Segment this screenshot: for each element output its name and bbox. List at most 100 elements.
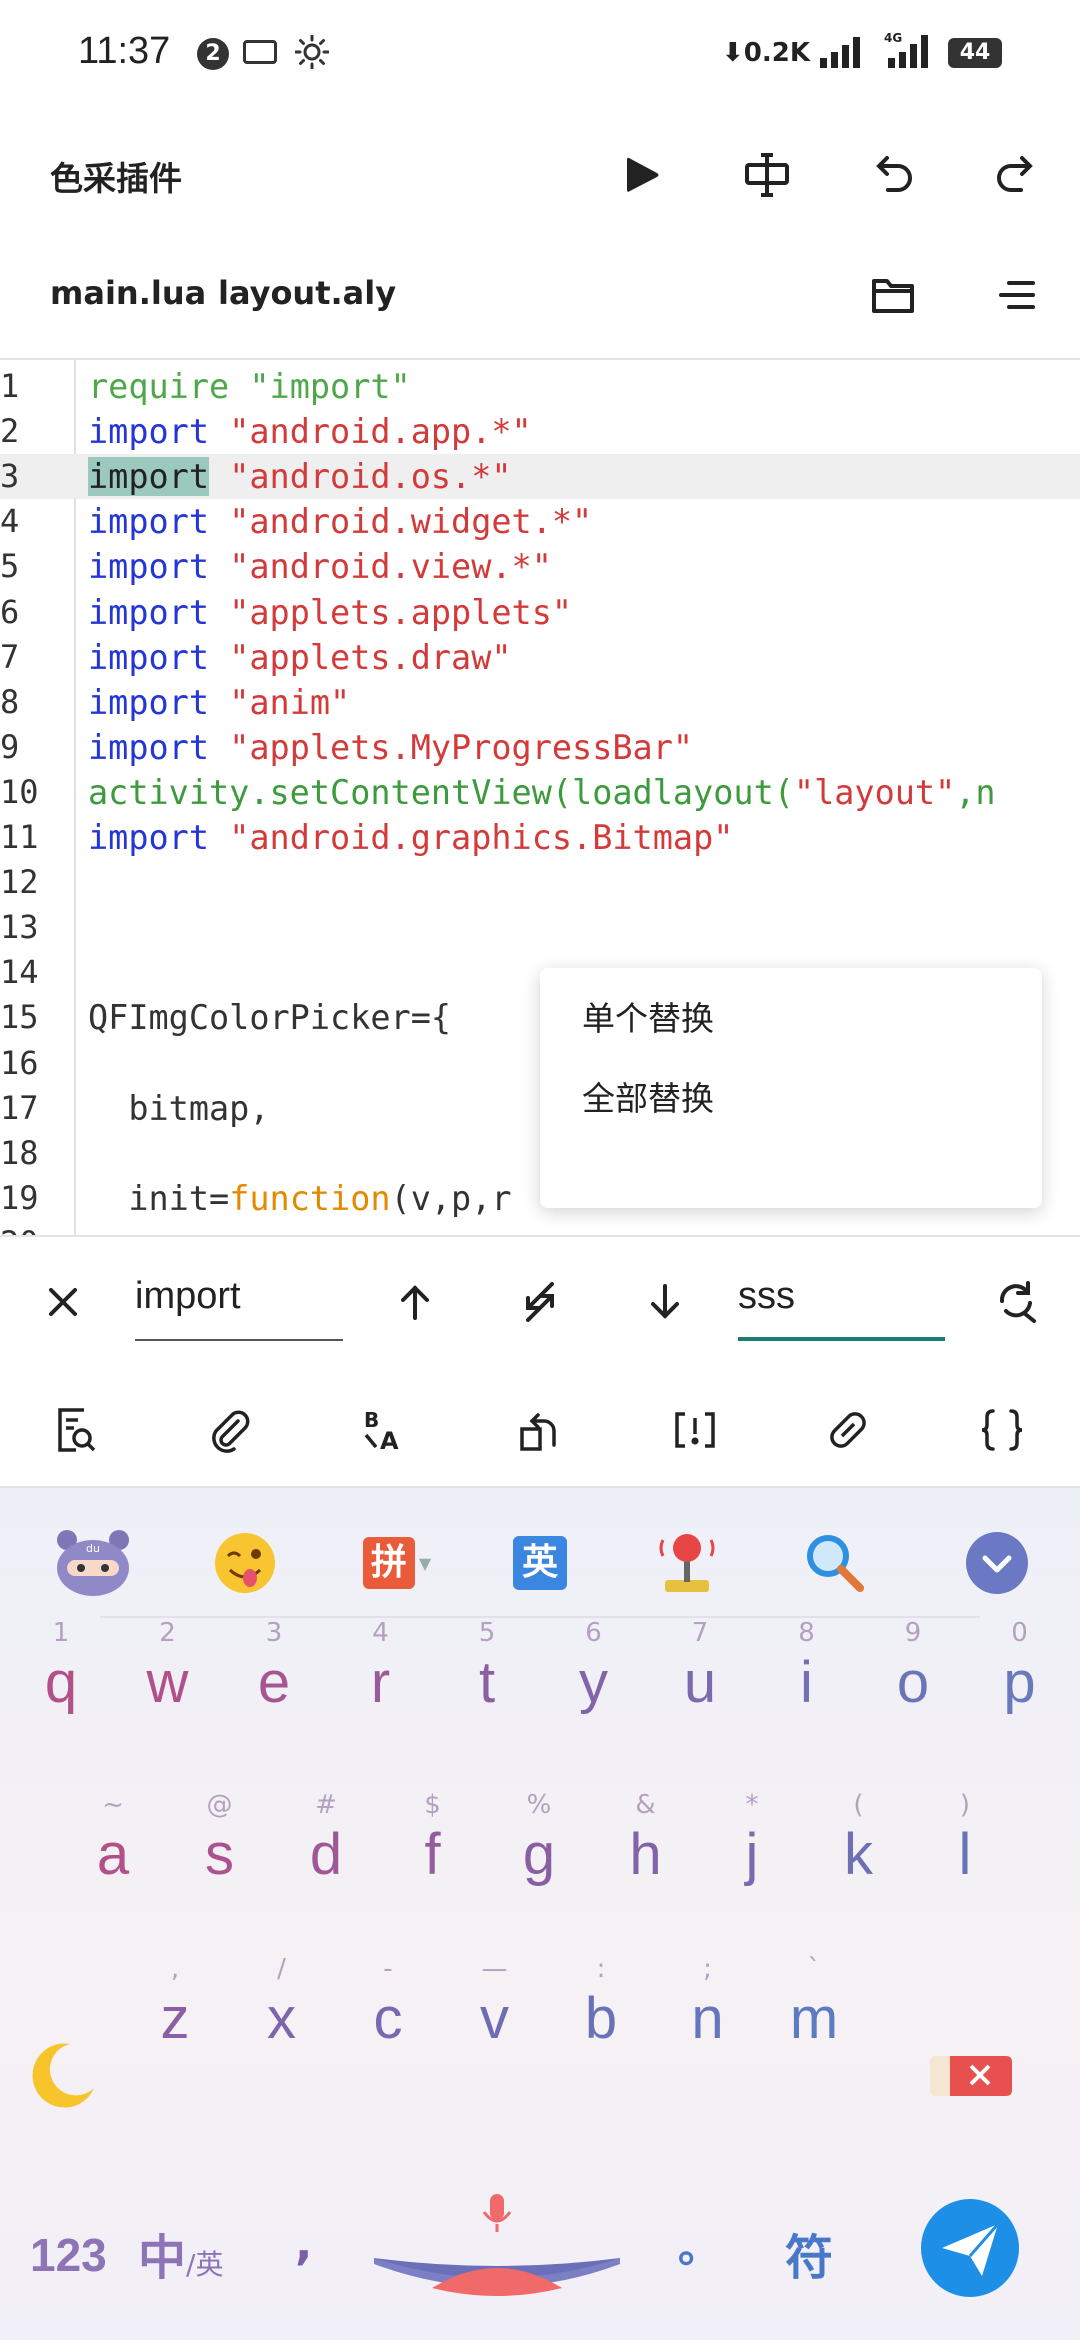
code-line[interactable]: 11 import "android.graphics.Bitmap"	[0, 815, 1080, 860]
key-q[interactable]: 1q	[16, 1618, 106, 1718]
search-doc-icon[interactable]	[46, 1400, 106, 1460]
key-i[interactable]: 8i	[762, 1618, 852, 1718]
pinyin-mode-button[interactable]: 拼 ▼	[352, 1518, 442, 1608]
code-line[interactable]: 9 import "applets.MyProgressBar"	[0, 725, 1080, 770]
key-sub-label: &	[635, 1790, 656, 1820]
redo-icon[interactable]	[981, 140, 1051, 210]
bracket-icon[interactable]	[665, 1400, 725, 1460]
code-line[interactable]: 3 import "android.os.*"	[0, 454, 1080, 500]
undo-icon[interactable]	[858, 140, 928, 210]
key-sub-label: `	[807, 1954, 821, 1984]
swap-icon[interactable]	[505, 1267, 575, 1337]
moon-icon[interactable]	[24, 2036, 104, 2116]
replace-refresh-icon[interactable]	[982, 1267, 1052, 1337]
code-line[interactable]: 5 import "android.view.*"	[0, 544, 1080, 589]
replace-input[interactable]: sss	[738, 1275, 795, 1318]
code-line[interactable]: 4 import "android.widget.*"	[0, 499, 1080, 544]
key-n[interactable]: ; n	[663, 1954, 753, 2054]
translate-icon[interactable]: B A	[355, 1400, 415, 1460]
arrow-up-icon[interactable]	[380, 1267, 450, 1337]
key-o[interactable]: 9o	[868, 1618, 958, 1718]
search-icon[interactable]	[790, 1518, 880, 1608]
code-line[interactable]: 1 require "import"	[0, 364, 1080, 409]
lang-label: 中	[138, 2230, 187, 2286]
key-b[interactable]: :b	[556, 1954, 646, 2054]
lang-switch-key[interactable]: 中/英	[138, 2218, 223, 2288]
code-line[interactable]: 7 import "applets.draw"	[0, 635, 1080, 680]
key-m[interactable]: ` m	[769, 1954, 859, 2054]
code-line[interactable]: 12	[0, 860, 1080, 905]
code-line[interactable]: 10 activity.setContentView(loadlayout("la…	[0, 770, 1080, 815]
key-v[interactable]: — v	[450, 1954, 540, 2054]
wink-emoji-icon[interactable]	[200, 1518, 290, 1608]
key-r[interactable]: 4r	[336, 1618, 426, 1718]
key-g[interactable]: % g	[494, 1790, 584, 1890]
key-t[interactable]: 5t	[442, 1618, 532, 1718]
key-e[interactable]: 3e	[229, 1618, 319, 1718]
key-label: k	[844, 1822, 873, 1887]
key-w[interactable]: 2w	[123, 1618, 213, 1718]
line-number: 15	[0, 998, 39, 1037]
replace-popup-menu: 单个替换 全部替换	[540, 968, 1042, 1208]
arrow-down-icon[interactable]	[630, 1267, 700, 1337]
key-k[interactable]: (k	[814, 1790, 904, 1890]
code-token: "android.graphics.Bitmap"	[229, 818, 734, 857]
code-token: import	[88, 502, 230, 542]
key-sub-label: 4	[372, 1618, 389, 1648]
tab-layout-aly[interactable]: layout.aly	[218, 274, 396, 312]
key-h[interactable]: & h	[601, 1790, 691, 1890]
comma-key[interactable]: ,	[295, 2216, 312, 2270]
key-l[interactable]: ) l	[920, 1790, 1010, 1890]
key-sub-label: #	[315, 1790, 337, 1820]
english-label: 英	[513, 1536, 567, 1590]
key-f[interactable]: $ f	[388, 1790, 478, 1890]
backspace-key[interactable]	[926, 2048, 1016, 2108]
close-icon[interactable]	[28, 1267, 98, 1337]
menu-icon[interactable]	[982, 260, 1052, 330]
key-u[interactable]: 7u	[655, 1618, 745, 1718]
code-line[interactable]: 20	[0, 1221, 1080, 1235]
status-time: 11:37	[78, 30, 171, 72]
replace-all-item[interactable]: 全部替换	[582, 1072, 714, 1120]
search-input[interactable]: import	[135, 1275, 241, 1318]
key-p[interactable]: 0p	[975, 1618, 1065, 1718]
key-sub-label: )	[959, 1790, 971, 1820]
text-cursor-icon[interactable]	[732, 140, 802, 210]
code-line[interactable]: 6 import "applets.applets"	[0, 590, 1080, 635]
play-icon[interactable]	[608, 140, 678, 210]
keyboard-status-icon	[243, 40, 277, 64]
line-number: 1	[0, 367, 20, 405]
send-button[interactable]	[920, 2198, 1020, 2298]
code-line[interactable]: 8 import "anim"	[0, 680, 1080, 725]
key-s[interactable]: @ s	[175, 1790, 265, 1890]
folder-icon[interactable]	[858, 260, 928, 330]
line-code: import "android.app.*"	[88, 409, 532, 454]
key-label: x	[267, 1986, 296, 2051]
line-number: 9	[0, 727, 20, 766]
rotate-icon[interactable]	[510, 1400, 570, 1460]
braces-icon[interactable]	[972, 1400, 1032, 1460]
attachment-icon[interactable]	[200, 1400, 260, 1460]
joystick-icon[interactable]	[642, 1518, 732, 1608]
code-line[interactable]: 13	[0, 905, 1080, 950]
english-mode-button[interactable]: 英	[495, 1518, 585, 1608]
period-key[interactable]: 。	[678, 2214, 720, 2275]
app-bar: 色采插件	[0, 110, 1080, 240]
space-voice-key[interactable]	[372, 2188, 622, 2298]
du-mascot-icon[interactable]: du	[48, 1518, 138, 1608]
key-d[interactable]: # d	[281, 1790, 371, 1890]
key-x[interactable]: / x	[237, 1954, 327, 2054]
tab-main-lua[interactable]: main.lua	[50, 274, 206, 312]
replace-single-item[interactable]: 单个替换	[582, 992, 714, 1040]
key-y[interactable]: 6y	[549, 1618, 639, 1718]
key-z[interactable]: ,z	[130, 1954, 220, 2054]
key-c[interactable]: -c	[343, 1954, 433, 2054]
symbol-key[interactable]: 符	[785, 2218, 833, 2288]
collapse-keyboard-button[interactable]	[952, 1518, 1042, 1608]
key-j[interactable]: * j	[707, 1790, 797, 1890]
link-icon[interactable]	[818, 1400, 878, 1460]
key-a[interactable]: ~ a	[68, 1790, 158, 1890]
svg-text:A: A	[380, 1427, 399, 1453]
code-line[interactable]: 2 import "android.app.*"	[0, 409, 1080, 454]
numbers-key[interactable]: 123	[30, 2228, 107, 2282]
